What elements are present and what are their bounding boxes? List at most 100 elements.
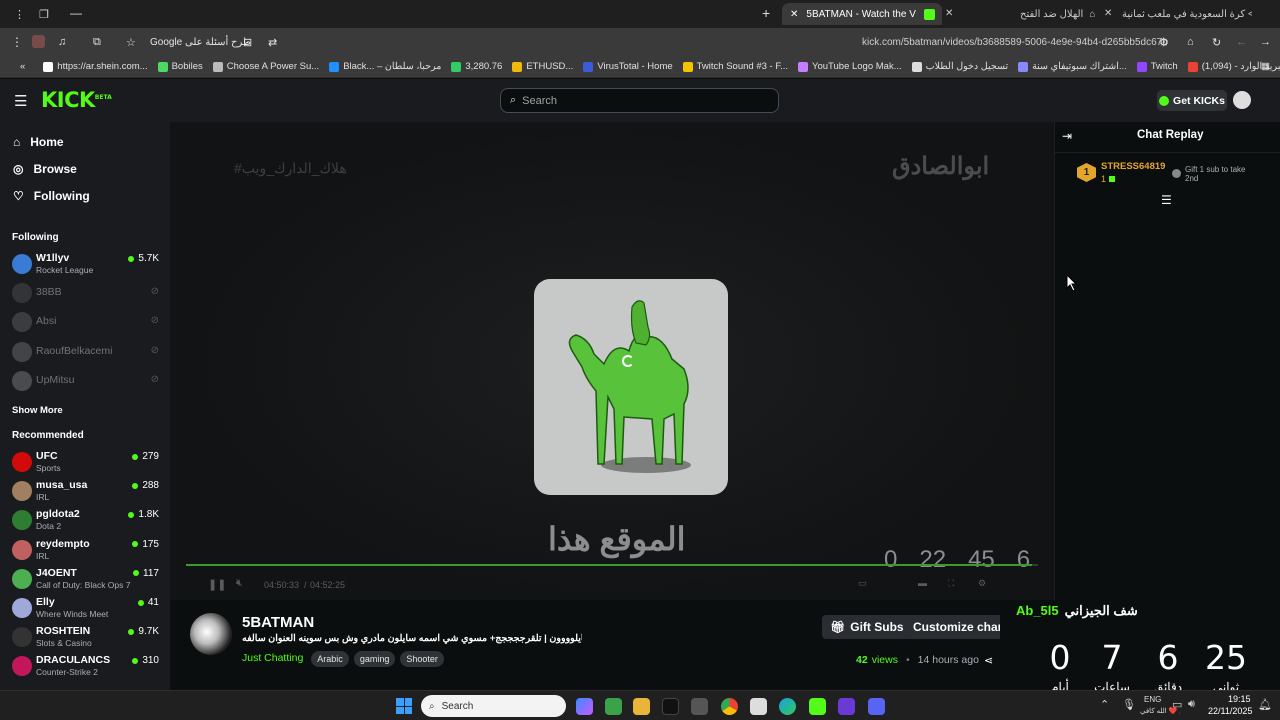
kick-logo[interactable]: KICKBETA bbox=[41, 88, 112, 112]
tiktok-icon[interactable] bbox=[662, 698, 679, 715]
forward-icon[interactable]: ← bbox=[1236, 36, 1247, 48]
lens-icon[interactable]: ⊡ bbox=[243, 36, 252, 49]
collapse-chat-icon[interactable]: ⇥ bbox=[1062, 129, 1072, 143]
bookmark-item[interactable]: Black... – مرحبا، سلطان bbox=[329, 61, 441, 72]
chrome-icon[interactable] bbox=[721, 698, 738, 715]
user-avatar[interactable] bbox=[1233, 91, 1251, 109]
translate-icon[interactable]: ⇄ bbox=[268, 36, 277, 49]
window-restore-icon[interactable]: ❐ bbox=[39, 8, 49, 21]
recommended-channel[interactable]: J4OENT Call of Duty: Black Ops 7 117 bbox=[0, 565, 170, 593]
podcast-icon[interactable] bbox=[838, 698, 855, 715]
taskbar-search[interactable]: ⌕ Search bbox=[421, 695, 566, 717]
close-tab-icon[interactable]: ✕ bbox=[945, 8, 953, 19]
recommended-channel[interactable]: pgldota2 Dota 2 1.8K bbox=[0, 506, 170, 534]
following-channel[interactable]: W1llyv Rocket League 5.7K bbox=[0, 250, 170, 278]
start-icon[interactable] bbox=[396, 698, 412, 714]
tab-5batman[interactable]: ✕ 5BATMAN - Watch the VOD on bbox=[782, 3, 942, 25]
network-icon[interactable]: ▭ bbox=[1172, 698, 1182, 711]
clock-date[interactable]: 22/11/2025 bbox=[1208, 706, 1252, 716]
discord-icon[interactable] bbox=[868, 698, 885, 715]
bookmark-item[interactable]: 3,280.76 bbox=[451, 61, 502, 72]
notifications-icon[interactable]: 🔔︎ bbox=[1258, 698, 1272, 711]
following-channel[interactable]: 38BB ⊘ bbox=[0, 279, 170, 307]
tag-chip[interactable]: Shooter bbox=[400, 651, 444, 667]
xbox-icon[interactable] bbox=[605, 698, 622, 715]
nav-following[interactable]: ♡ Following bbox=[0, 182, 170, 209]
extensions-icon[interactable]: ⧉ bbox=[93, 36, 101, 49]
site-settings-icon[interactable]: ⚙ bbox=[1159, 36, 1169, 49]
recommended-channel[interactable]: Elly Where Winds Meet 41 bbox=[0, 594, 170, 622]
all-bookmarks-icon[interactable]: ▦ bbox=[1261, 61, 1270, 72]
search-input[interactable]: ⌕ Search bbox=[500, 88, 779, 113]
bookmark-item[interactable]: Bobiles bbox=[157, 61, 203, 72]
profile-avatar[interactable] bbox=[32, 35, 45, 48]
pip-icon[interactable]: ▭ bbox=[858, 578, 867, 589]
hamburger-menu-icon[interactable]: ☰ bbox=[14, 92, 27, 110]
url-text[interactable]: kick.com/5batman/videos/b3688589-5006-4e… bbox=[862, 37, 1168, 48]
edge-icon[interactable] bbox=[779, 698, 796, 715]
bookmark-star-icon[interactable]: ☆ bbox=[126, 36, 136, 49]
bookmark-item[interactable]: تسجيل دخول الطلاب bbox=[911, 61, 1008, 72]
tab-hilal[interactable]: الهلال ضد الفتح ⌂ bbox=[1020, 3, 1100, 25]
more-icon[interactable]: ⋮ bbox=[11, 35, 23, 49]
reload-icon[interactable]: ↻ bbox=[1212, 36, 1221, 49]
recommended-channel[interactable]: DRACULANCS Counter-Strike 2 310 bbox=[0, 652, 170, 680]
tag-chip[interactable]: Arabic bbox=[311, 651, 349, 667]
play-icon[interactable]: ❚❚ bbox=[208, 578, 226, 591]
tag-chip[interactable]: gaming bbox=[353, 651, 396, 667]
tray-chevron-icon[interactable]: ⌃ bbox=[1100, 698, 1109, 711]
fullscreen-icon[interactable]: ⛶ bbox=[948, 578, 954, 589]
minimize-icon[interactable]: — bbox=[70, 6, 82, 20]
browser-menu-icon[interactable]: ⋮ bbox=[14, 8, 25, 21]
tab-saudi-football[interactable]: كرة السعودية في ملعب ثمانية < ⌂ bbox=[1122, 3, 1252, 25]
channel-avatar[interactable] bbox=[190, 613, 232, 655]
progress-track[interactable] bbox=[186, 564, 1038, 566]
mic-icon[interactable]: 🎙︎ bbox=[1122, 698, 1136, 711]
channel-name[interactable]: 5BATMAN bbox=[242, 614, 314, 631]
nav-browse[interactable]: ◎ Browse bbox=[0, 155, 170, 182]
bookmark-item[interactable]: اشتراك سبوتيفاي سنة... bbox=[1018, 61, 1127, 72]
media-controls-icon[interactable]: ♫ bbox=[58, 36, 66, 48]
video-player[interactable]: #هلاك_الدارك_ويب ابوالصادق الموقع هذا 02… bbox=[170, 122, 1054, 600]
home-icon[interactable]: ⌂ bbox=[1187, 36, 1194, 48]
close-tab-icon[interactable]: ✕ bbox=[790, 9, 798, 20]
bookmark-item[interactable]: VirusTotal - Home bbox=[583, 61, 673, 72]
filter-icon[interactable]: ☰ bbox=[1161, 193, 1172, 207]
following-channel[interactable]: RaoufBelkacemi ⊘ bbox=[0, 338, 170, 366]
category-link[interactable]: Just Chatting bbox=[242, 652, 303, 664]
bookmark-item[interactable]: Choose A Power Su... bbox=[212, 61, 319, 72]
following-channel[interactable]: Absi ⊘ bbox=[0, 308, 170, 336]
get-kicks-button[interactable]: Get KICKs bbox=[1157, 90, 1227, 111]
recommended-channel[interactable]: UFC Sports 279 bbox=[0, 448, 170, 476]
copilot-icon[interactable] bbox=[576, 698, 593, 715]
mute-icon[interactable]: 🔇︎ bbox=[236, 577, 243, 590]
settings-icon[interactable]: ⚙ bbox=[978, 578, 986, 589]
bookmark-item[interactable]: Twitch Sound #3 - F... bbox=[682, 61, 788, 72]
recommended-channel[interactable]: ROSHTEIN Slots & Casino 9.7K bbox=[0, 623, 170, 651]
back-icon[interactable]: → bbox=[1260, 36, 1271, 48]
close-tab-icon[interactable]: ✕ bbox=[1104, 8, 1112, 19]
bookmark-item[interactable]: YouTube Logo Mak... bbox=[798, 61, 902, 72]
new-tab-button[interactable]: + bbox=[762, 5, 770, 21]
show-more-link[interactable]: Show More bbox=[0, 405, 63, 416]
google-ask-chip[interactable]: Google طرح أسئلة على bbox=[150, 37, 251, 48]
bookmark-item[interactable]: https://ar.shein.com... bbox=[43, 61, 148, 72]
bookmark-item[interactable]: Twitch bbox=[1136, 61, 1178, 72]
share-icon[interactable]: ⋖ bbox=[984, 654, 993, 667]
recommended-channel[interactable]: reydempto IRL 175 bbox=[0, 536, 170, 564]
kick-app-icon[interactable] bbox=[809, 698, 826, 715]
chevron-left-icon[interactable]: « bbox=[20, 61, 25, 72]
theater-icon[interactable]: ▬ bbox=[918, 578, 927, 588]
recommended-channel[interactable]: musa_usa IRL 288 bbox=[0, 477, 170, 505]
clock-time[interactable]: 19:15 bbox=[1228, 694, 1251, 704]
language-indicator[interactable]: ENG bbox=[1144, 695, 1161, 704]
volume-icon[interactable]: 🔊︎ bbox=[1188, 698, 1195, 711]
nav-home[interactable]: ⌂ Home bbox=[0, 128, 170, 155]
gift-subs-button[interactable]: 🎁︎ Gift Subs bbox=[822, 615, 912, 639]
following-channel[interactable]: UpMitsu ⊘ bbox=[0, 367, 170, 395]
file-explorer-icon[interactable] bbox=[633, 698, 650, 715]
gifter-leaderboard[interactable]: 1 STRESS64819 1 Gift 1 sub to take 2nd bbox=[1055, 152, 1280, 192]
store-icon[interactable] bbox=[691, 698, 708, 715]
app-icon[interactable] bbox=[750, 698, 767, 715]
bookmark-item[interactable]: ETHUSD... bbox=[512, 61, 573, 72]
